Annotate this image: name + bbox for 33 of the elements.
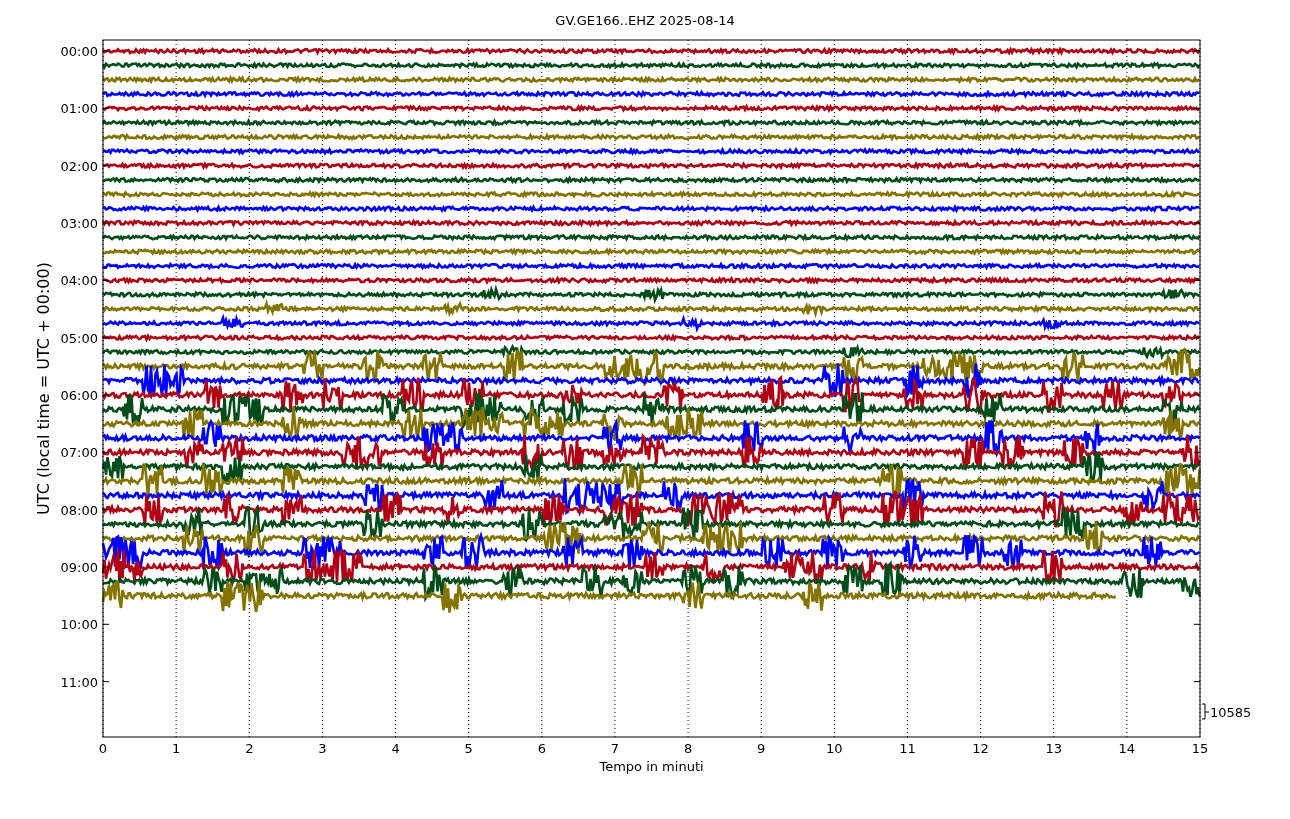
y-tick-label: 11:00 <box>60 674 98 690</box>
x-tick-label: 4 <box>391 741 400 756</box>
x-tick-label: 15 <box>1191 741 1209 756</box>
y-tick-label: 07:00 <box>60 445 98 461</box>
scale-label: 10585 <box>1210 705 1252 720</box>
y-tick-label: 08:00 <box>60 502 98 518</box>
y-tick-label: 00:00 <box>60 44 98 59</box>
x-axis-label: Tempo in minuti <box>599 759 704 774</box>
y-tick-label: 06:00 <box>60 388 98 403</box>
x-tick-label: 5 <box>464 741 473 756</box>
x-tick-label: 14 <box>1118 741 1136 756</box>
y-axis-label: UTC (local time = UTC + 00:00) <box>34 262 53 515</box>
scale-bracket-icon <box>1201 703 1210 720</box>
y-tick-label: 02:00 <box>60 158 98 174</box>
y-tick-label: 04:00 <box>60 273 98 289</box>
chart-title: GV.GE166..EHZ 2025-08-14 <box>555 13 735 28</box>
x-tick-label: 6 <box>537 741 546 756</box>
x-tick-label: 10 <box>826 741 843 756</box>
y-tick-label: 01:00 <box>60 101 98 117</box>
x-tick-label: 7 <box>610 741 620 756</box>
x-tick-label: 8 <box>683 741 693 756</box>
x-tick-label: 9 <box>757 741 766 756</box>
y-tick-label: 09:00 <box>60 559 98 575</box>
x-tick-label: 11 <box>899 741 916 756</box>
x-tick-label: 3 <box>318 741 327 756</box>
x-tick-label: 13 <box>1045 741 1062 756</box>
x-tick-label: 1 <box>172 741 181 756</box>
x-tick-label: 12 <box>972 741 989 756</box>
y-tick-label: 03:00 <box>60 216 98 231</box>
y-tick-label: 05:00 <box>60 330 98 346</box>
y-tick-label: 10:00 <box>60 617 98 633</box>
x-tick-label: 0 <box>98 741 108 756</box>
x-tick-label: 2 <box>245 741 254 756</box>
